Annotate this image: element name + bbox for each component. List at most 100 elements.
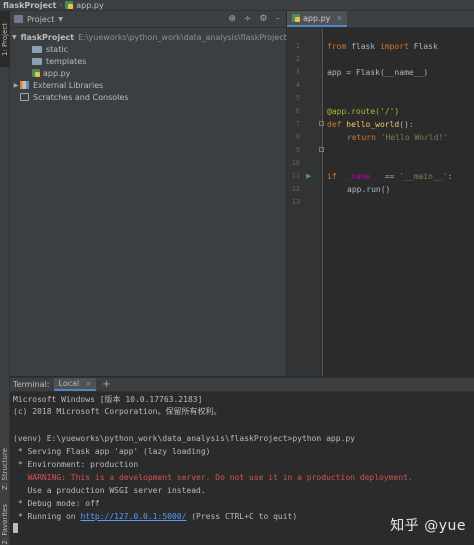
terminal-warning-line: WARNING: This is a development server. D… <box>13 473 413 482</box>
tab-local[interactable]: Local × <box>53 378 97 391</box>
collapsed-arrow-icon[interactable]: ▶ <box>12 82 20 89</box>
expanded-arrow-icon[interactable]: ▼ <box>12 34 17 41</box>
hide-panel-icon[interactable]: – <box>276 14 281 24</box>
terminal-line: (c) 2018 Microsoft Corporation。保留所有权利。 <box>13 407 222 416</box>
line-number: 11 <box>291 172 300 180</box>
line-number: 4 <box>295 81 300 89</box>
function-name: hello_world <box>341 120 400 129</box>
keyword: if <box>327 172 337 181</box>
code-line-3: app = Flask(__name__) <box>327 68 429 77</box>
tree-item-label: templates <box>46 56 87 66</box>
code-line-6: @app.route('/') <box>327 107 400 116</box>
line-number: 6 <box>295 107 300 115</box>
locate-file-icon[interactable]: ⊕ <box>228 14 236 24</box>
fold-icon[interactable] <box>319 147 324 152</box>
breadcrumb-file[interactable]: app.py <box>76 1 103 10</box>
project-panel-toolbar: ⊕ ÷ ⚙ – <box>228 14 280 24</box>
line-number: 2 <box>295 55 300 63</box>
tab-label: Local <box>58 379 80 388</box>
gear-icon[interactable]: ⚙ <box>259 14 267 24</box>
tree-item-static[interactable]: static <box>10 43 286 55</box>
dunder-name: __name__ <box>336 172 380 181</box>
add-terminal-icon[interactable]: + <box>102 379 110 390</box>
line-number: 9 <box>295 146 300 154</box>
editor-gutter[interactable]: 1 2 3 4 5 6 7 8 9 10 11 12 13 ▶ <box>287 28 324 376</box>
tree-item-flaskproject[interactable]: ▼ flaskProject E:\yueworks\python_work\d… <box>10 31 287 43</box>
operator: == <box>380 172 400 181</box>
terminal-line: (venv) E:\yueworks\python_work\data_anal… <box>13 434 355 443</box>
terminal-line: * Debug mode: off <box>13 499 100 508</box>
terminal-line: * Serving Flask app 'app' (lazy loading) <box>13 447 211 456</box>
line-number: 13 <box>291 198 300 206</box>
terminal-line: * Environment: production <box>13 460 139 469</box>
close-icon[interactable]: × <box>85 380 91 388</box>
watermark: 知乎 @yue <box>390 518 466 534</box>
tree-item-label: flaskProject <box>20 32 75 42</box>
keyword: def <box>327 120 342 129</box>
favorites-tool-tab-label: 2: Favorites <box>1 503 9 545</box>
run-gutter-icon[interactable]: ▶ <box>306 172 311 180</box>
keyword: import <box>379 42 409 51</box>
terminal-header: Terminal: Local × + <box>10 377 474 392</box>
line-number: 12 <box>291 185 300 193</box>
project-panel: Project ▼ ⊕ ÷ ⚙ – ▼ flaskProject E:\yuew… <box>10 11 287 376</box>
left-tool-stripe: 1: Project Z: Structure 2: Favorites <box>0 11 10 545</box>
terminal-line: Microsoft Windows [版本 10.0.17763.2183] <box>13 395 203 404</box>
terminal-line: Use a production WSGI server instead. <box>13 486 206 495</box>
tree-item-external-libraries[interactable]: ▶ External Libraries <box>10 79 286 91</box>
project-path: E:\yueworks\python_work\data_analysis\fl… <box>78 32 287 42</box>
tree-item-templates[interactable]: templates <box>10 55 286 67</box>
code-line-7: def hello_world(): <box>327 119 414 131</box>
scratches-icon <box>20 93 29 101</box>
close-icon[interactable]: × <box>336 14 342 22</box>
libraries-icon <box>20 81 29 89</box>
python-file-icon <box>32 69 40 77</box>
python-file-icon <box>292 14 300 22</box>
code-editor: app.py × 1 2 3 4 5 6 7 8 9 10 11 12 13 ▶… <box>287 11 474 376</box>
breadcrumb-separator-icon: › <box>59 1 63 9</box>
punctuation: : <box>447 172 453 181</box>
keyword: from <box>327 42 347 51</box>
navigation-bar: flaskProject › app.py <box>0 0 474 11</box>
folder-icon <box>32 45 42 53</box>
tree-item-label: Scratches and Consoles <box>33 92 129 102</box>
project-tool-tab[interactable]: 1: Project <box>0 11 10 67</box>
code-line-11: if __name__ == '__main__': <box>327 171 452 183</box>
tree-item-label: app.py <box>43 68 71 78</box>
line-number: 7 <box>295 120 300 128</box>
project-tool-tab-label: 1: Project <box>1 22 9 56</box>
fold-icon[interactable] <box>319 121 324 126</box>
structure-tool-tab-label: Z: Structure <box>1 448 9 490</box>
structure-tool-tab[interactable]: Z: Structure <box>0 441 10 497</box>
chevron-down-icon[interactable]: ▼ <box>58 16 63 23</box>
module-name: flask <box>346 42 380 51</box>
punctuation: (): <box>399 120 414 129</box>
tree-item-app-py[interactable]: app.py <box>10 67 286 79</box>
project-view-selector[interactable]: Project <box>27 15 54 24</box>
favorites-tool-tab[interactable]: 2: Favorites <box>0 499 10 545</box>
code-line-1: from flask import Flask <box>327 41 438 53</box>
tree-item-label: External Libraries <box>33 80 104 90</box>
terminal-output[interactable]: Microsoft Windows [版本 10.0.17763.2183] (… <box>10 392 474 545</box>
line-number: 10 <box>291 159 300 167</box>
line-number: 1 <box>295 42 300 50</box>
running-suffix: (Press CTRL+C to quit) <box>186 512 298 521</box>
terminal-title: Terminal: <box>13 380 50 389</box>
code-area[interactable]: from flask import Flask app = Flask(__na… <box>327 28 452 194</box>
line-number: 5 <box>295 94 300 102</box>
project-view-icon <box>14 15 23 23</box>
code-line-12: app.run() <box>347 185 391 194</box>
running-prefix: * Running on <box>13 512 81 521</box>
tree-item-scratches[interactable]: Scratches and Consoles <box>10 91 286 103</box>
tree-item-label: static <box>46 44 68 54</box>
tab-app-py[interactable]: app.py × <box>287 11 348 27</box>
code-line-8: return 'Hello World!' <box>347 132 448 144</box>
breadcrumb-project[interactable]: flaskProject <box>3 1 56 10</box>
project-tree: ▼ flaskProject E:\yueworks\python_work\d… <box>10 28 287 103</box>
python-file-icon <box>65 1 74 9</box>
line-number: 8 <box>295 133 300 141</box>
terminal-cursor <box>13 523 18 533</box>
collapse-all-icon[interactable]: ÷ <box>244 14 252 24</box>
folder-icon <box>32 57 42 65</box>
server-url-link[interactable]: http://127.0.0.1:5000/ <box>80 512 186 521</box>
